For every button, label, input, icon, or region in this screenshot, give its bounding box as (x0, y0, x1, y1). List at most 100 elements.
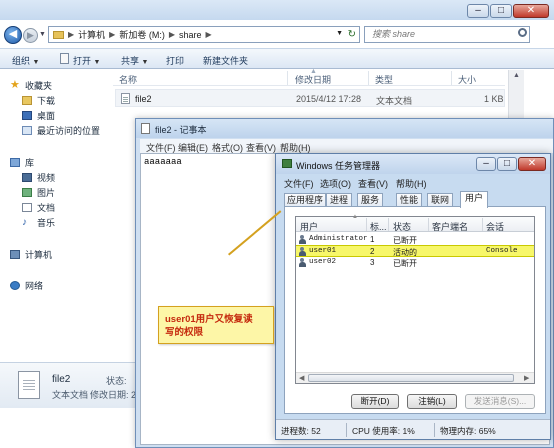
callout-line-1: user01用户又恢复读 (165, 314, 253, 325)
refresh-icon[interactable]: ↻ (348, 29, 356, 40)
print-button[interactable]: 打印 (166, 54, 184, 67)
sidebar-item-favorites[interactable]: ★ 收藏夹 (10, 78, 52, 92)
pictures-icon (22, 187, 32, 197)
column-size[interactable]: 大小 (458, 73, 476, 86)
notepad-title: file2 - 记事本 (155, 125, 207, 135)
sidebar-item-libraries[interactable]: 库 (10, 155, 34, 169)
user-row[interactable]: user02 3 已断开 (296, 257, 534, 269)
back-button[interactable]: ◀ (4, 26, 22, 44)
process-count: 进程数: 52 (281, 426, 321, 436)
disconnect-button[interactable]: 断开(D) (351, 394, 399, 409)
sidebar-item-desktop[interactable]: 桌面 (22, 108, 55, 122)
user-icon (298, 258, 307, 267)
tab-applications[interactable]: 应用程序 (284, 193, 326, 207)
tab-networking[interactable]: 联网 (427, 193, 453, 207)
col-status[interactable]: 状态 (393, 220, 411, 233)
network-icon (10, 280, 20, 290)
scroll-left-icon[interactable]: ◀ (299, 374, 304, 382)
text-file-icon (121, 93, 130, 104)
sort-caret-icon: ▲ (352, 214, 358, 220)
address-dropdown-icon[interactable]: ▼ (336, 30, 343, 37)
history-dropdown[interactable]: ▼ (39, 31, 46, 38)
folder-icon (53, 30, 64, 39)
annotation-callout: user01用户又恢复读 写的权限 (158, 306, 274, 344)
desktop-icon (22, 110, 32, 120)
sidebar-item-documents[interactable]: 文档 (22, 200, 55, 214)
notepad-content: aaaaaaa (144, 157, 182, 167)
sidebar-item-music[interactable]: ♪ 音乐 (22, 215, 55, 229)
col-client[interactable]: 客户端名 (432, 220, 468, 233)
search-input[interactable]: 搜索 share (364, 26, 530, 43)
tab-users[interactable]: 用户 (460, 191, 488, 208)
tab-performance[interactable]: 性能 (396, 193, 422, 207)
users-list-header: ▲ 用户 标... 状态 客户端名 会话 (296, 214, 534, 233)
details-state-label: 状态: (106, 376, 127, 386)
scroll-right-icon[interactable]: ▶ (524, 374, 529, 382)
share-button[interactable]: 共享 ▼ (121, 54, 148, 67)
maximize-button[interactable]: □ (490, 4, 512, 18)
breadcrumb-volume[interactable]: 新加卷 (M:) (119, 28, 165, 41)
music-icon: ♪ (22, 216, 27, 228)
tm-maximize-button[interactable]: □ (497, 157, 517, 171)
horizontal-scrollbar[interactable]: ◀ ▶ (296, 372, 534, 383)
user-row-selected[interactable]: user01 2 活动的 Console (296, 245, 534, 257)
file-row[interactable]: file2 2015/4/12 17:28 文本文档 1 KB (115, 89, 505, 107)
tm-menu-file[interactable]: 文件(F) (284, 177, 314, 190)
column-name[interactable]: 名称 (119, 73, 137, 86)
column-type[interactable]: 类型 (375, 73, 393, 86)
forward-button[interactable]: ▶ (23, 28, 38, 43)
sidebar-item-downloads[interactable]: 下载 (22, 93, 55, 107)
recent-places-icon (22, 125, 32, 135)
organize-button[interactable]: 组织 ▼ (12, 54, 39, 67)
documents-icon (22, 202, 32, 212)
file-size: 1 KB (484, 94, 504, 104)
breadcrumb-share[interactable]: share (179, 30, 202, 40)
file-name: file2 (135, 94, 152, 104)
send-message-button[interactable]: 发送消息(S)... (465, 394, 535, 409)
library-icon (10, 157, 20, 167)
users-list[interactable]: ▲ 用户 标... 状态 客户端名 会话 Administrator 1 已断开 (295, 214, 535, 384)
task-manager-tabs: 应用程序 进程 服务 性能 联网 用户 (284, 191, 546, 208)
star-icon: ★ (10, 78, 20, 91)
sidebar-item-network[interactable]: 网络 (10, 278, 43, 292)
column-modified[interactable]: 修改日期 (295, 73, 331, 86)
breadcrumb-computer[interactable]: 计算机 (78, 28, 105, 41)
sidebar-item-recent[interactable]: 最近访问的位置 (22, 123, 100, 137)
sidebar-item-pictures[interactable]: 图片 (22, 185, 55, 199)
cpu-usage: CPU 使用率: 1% (352, 426, 415, 436)
task-manager-window: Windows 任务管理器 – □ ✕ 文件(F) 选项(O) 查看(V) 帮助… (275, 153, 551, 440)
tm-menu-options[interactable]: 选项(O) (320, 177, 351, 190)
close-button[interactable]: ✕ (513, 4, 549, 18)
file-modified: 2015/4/12 17:28 (296, 94, 362, 104)
notepad-titlebar: file2 - 记事本 (136, 119, 553, 138)
col-session[interactable]: 会话 (486, 220, 504, 233)
tm-minimize-button[interactable]: – (476, 157, 496, 171)
scroll-up-icon[interactable]: ▲ (511, 72, 522, 82)
scroll-thumb[interactable] (308, 374, 514, 382)
details-modified-label: 修改日期: 2 (90, 390, 137, 400)
command-bar: 组织 ▼ 打开 ▼ 共享 ▼ 打印 新建文件夹 (0, 48, 554, 69)
tm-close-button[interactable]: ✕ (518, 157, 546, 171)
downloads-icon (22, 95, 32, 105)
open-button[interactable]: 打开 ▼ (73, 54, 100, 67)
col-id[interactable]: 标... (370, 220, 387, 233)
notepad-icon (60, 53, 69, 64)
logoff-button[interactable]: 注销(L) (407, 394, 457, 409)
tm-menu-view[interactable]: 查看(V) (358, 177, 388, 190)
new-folder-button[interactable]: 新建文件夹 (203, 54, 248, 67)
column-headers: ▲ 名称 修改日期 类型 大小 (113, 68, 505, 86)
text-file-large-icon (18, 371, 40, 399)
address-bar[interactable]: ▶ 计算机 ▶ 新加卷 (M:) ▶ share ▶ ▼ ↻ (48, 26, 360, 43)
tab-processes[interactable]: 进程 (326, 193, 352, 207)
user-icon (298, 247, 307, 256)
sidebar-item-videos[interactable]: 视频 (22, 170, 55, 184)
tm-menu-help[interactable]: 帮助(H) (396, 177, 427, 190)
sidebar-item-computer[interactable]: 计算机 (10, 247, 52, 261)
tab-services[interactable]: 服务 (357, 193, 383, 207)
task-manager-icon (282, 159, 292, 168)
explorer-titlebar: – □ ✕ (0, 0, 554, 20)
col-user[interactable]: 用户 (300, 220, 318, 233)
search-icon[interactable] (518, 28, 527, 37)
minimize-button[interactable]: – (467, 4, 489, 18)
user-icon (298, 235, 307, 244)
